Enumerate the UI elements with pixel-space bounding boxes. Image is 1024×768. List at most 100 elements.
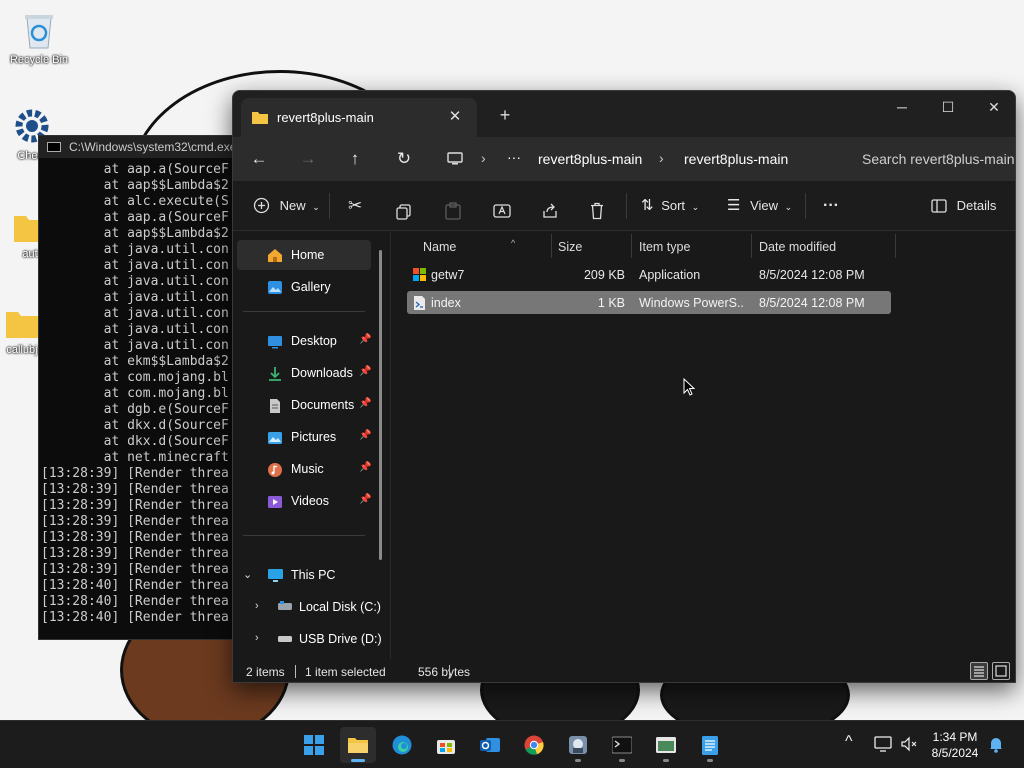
- chevron-right-icon: ›: [255, 632, 259, 644]
- this-pc-icon: [268, 569, 283, 582]
- refresh-button[interactable]: ↻: [388, 145, 420, 173]
- column-divider[interactable]: [751, 234, 752, 258]
- column-header-name[interactable]: Name ^: [423, 238, 515, 254]
- show-hidden-icons-chevron-icon[interactable]: ^: [845, 733, 853, 751]
- volume-muted-icon[interactable]: [900, 736, 918, 752]
- file-size: 209 KB: [583, 268, 625, 282]
- maximize-button[interactable]: ☐: [925, 91, 971, 123]
- paste-icon[interactable]: [445, 198, 461, 224]
- breadcrumb[interactable]: › ··· revert8plus-main › revert8plus-mai…: [435, 141, 839, 177]
- forward-button[interactable]: →: [292, 145, 324, 173]
- column-divider[interactable]: [631, 234, 632, 258]
- column-divider[interactable]: [895, 234, 896, 258]
- search-input[interactable]: Search revert8plus-main: [849, 141, 1015, 177]
- sidebar-item-videos[interactable]: Videos 📌: [237, 486, 371, 516]
- system-clock[interactable]: 1:34 PM 8/5/2024: [924, 729, 986, 761]
- column-divider[interactable]: [551, 234, 552, 258]
- sidebar-item-gallery[interactable]: Gallery: [237, 272, 371, 302]
- navpane-scrollbar[interactable]: [379, 250, 382, 560]
- sidebar-item-label: Videos: [291, 494, 329, 508]
- breadcrumb-item[interactable]: revert8plus-main: [684, 151, 788, 167]
- taskbar-app-notepad[interactable]: [692, 727, 728, 763]
- file-list[interactable]: Name ^ Size Item type Date modified getw…: [391, 232, 1015, 659]
- titlebar[interactable]: revert8plus-main ✕ + ─ ☐ ✕: [233, 91, 1015, 137]
- close-button[interactable]: ✕: [971, 91, 1015, 123]
- cut-icon[interactable]: ✂: [348, 193, 362, 219]
- pin-icon[interactable]: 📌: [359, 398, 371, 409]
- more-options-button[interactable]: ···: [823, 193, 839, 219]
- new-tab-button[interactable]: +: [491, 103, 519, 127]
- sidebar-item-pictures[interactable]: Pictures 📌: [237, 422, 371, 452]
- up-button[interactable]: ↑: [339, 145, 371, 173]
- sidebar-item-desktop[interactable]: Desktop 📌: [237, 326, 371, 356]
- column-header-size[interactable]: Size: [558, 240, 582, 254]
- breadcrumb-item[interactable]: revert8plus-main: [538, 151, 642, 167]
- details-pane-button[interactable]: Details: [931, 193, 996, 219]
- windows-start-icon: [304, 735, 324, 755]
- file-name: index: [431, 296, 461, 310]
- notification-bell-icon[interactable]: [989, 736, 1003, 753]
- pin-icon[interactable]: 📌: [359, 334, 371, 345]
- file-row-getw7[interactable]: getw7 209 KB Application 8/5/2024 12:08 PM: [407, 263, 891, 286]
- back-button[interactable]: ←: [243, 145, 275, 173]
- file-date: 8/5/2024 12:08 PM: [759, 268, 865, 282]
- tiles-view-button[interactable]: [992, 662, 1010, 680]
- sidebar-item-downloads[interactable]: Downloads 📌: [237, 358, 371, 388]
- column-header-date[interactable]: Date modified: [759, 240, 836, 254]
- pin-icon[interactable]: 📌: [359, 494, 371, 505]
- new-button-label: New: [279, 198, 306, 213]
- recycle-bin-icon: [25, 15, 53, 49]
- rename-icon[interactable]: [493, 198, 511, 224]
- details-view-button[interactable]: [970, 662, 988, 680]
- command-bar: New ⌄ ✂ ⇅ Sort ⌄ ☰ View ⌄ ··· Details: [233, 181, 1015, 231]
- taskbar-app-terminal[interactable]: [604, 727, 640, 763]
- delete-icon[interactable]: [589, 198, 605, 224]
- sort-button[interactable]: ⇅ Sort ⌄: [641, 193, 699, 219]
- taskbar-app-outlook[interactable]: [472, 727, 508, 763]
- sidebar-item-this-pc[interactable]: ⌄ This PC: [237, 560, 371, 590]
- chevron-right-icon: ›: [481, 150, 486, 166]
- status-selected-size: 556 bytes: [418, 665, 471, 679]
- sidebar-item-music[interactable]: Music 📌: [237, 454, 371, 484]
- chevron-down-icon: ⌄: [312, 202, 320, 212]
- tab-title: revert8plus-main: [277, 110, 374, 125]
- tab-revert8plus-main[interactable]: revert8plus-main ✕: [241, 98, 477, 137]
- network-icon[interactable]: [874, 736, 892, 752]
- new-button[interactable]: New ⌄: [253, 193, 320, 219]
- desktop-icon-label: Recycle Bin: [9, 54, 69, 66]
- tab-close-button[interactable]: ✕: [443, 105, 467, 129]
- sidebar-item-label: Gallery: [291, 280, 331, 294]
- pin-icon[interactable]: 📌: [359, 366, 371, 377]
- column-header-type[interactable]: Item type: [639, 240, 690, 254]
- file-row-index[interactable]: index 1 KB Windows PowerS... 8/5/2024 12:08…: [407, 291, 891, 314]
- minimize-button[interactable]: ─: [879, 91, 925, 123]
- taskbar-app-file-explorer[interactable]: [340, 727, 376, 763]
- drive-icon: [278, 601, 292, 610]
- pin-icon[interactable]: 📌: [359, 430, 371, 441]
- sidebar-item-documents[interactable]: Documents 📌: [237, 390, 371, 420]
- taskbar-app-game[interactable]: [560, 727, 596, 763]
- sidebar-item-home[interactable]: Home: [237, 240, 371, 270]
- sidebar-item-local-disk-c[interactable]: › Local Disk (C:): [237, 592, 381, 622]
- share-icon[interactable]: [541, 198, 559, 224]
- column-header-label: Name: [423, 240, 457, 254]
- taskbar-app-store[interactable]: [428, 727, 464, 763]
- computer-icon: [447, 152, 463, 165]
- sidebar-item-label: USB Drive (D:): [299, 632, 382, 646]
- view-button[interactable]: ☰ View ⌄: [727, 193, 792, 219]
- file-explorer-window[interactable]: revert8plus-main ✕ + ─ ☐ ✕ ← → ↑ ↻ › ···…: [232, 90, 1016, 683]
- breadcrumb-more[interactable]: ···: [507, 149, 521, 165]
- copy-icon[interactable]: [396, 199, 412, 225]
- running-indicator: [575, 759, 581, 762]
- taskbar-app-start[interactable]: [296, 727, 332, 763]
- taskbar-app-app[interactable]: [648, 727, 684, 763]
- navigation-pane: Home Gallery Desktop 📌 Downloads 📌 Documents…: [233, 232, 389, 659]
- folder-icon: [252, 112, 268, 124]
- sidebar-item-label: Music: [291, 462, 324, 476]
- file-type: Application: [639, 268, 701, 282]
- desktop-icon-recycle-bin[interactable]: Recycle Bin: [3, 10, 75, 66]
- sidebar-item-usb-drive-d[interactable]: › USB Drive (D:): [237, 624, 382, 654]
- pin-icon[interactable]: 📌: [359, 462, 371, 473]
- taskbar-app-edge[interactable]: [384, 727, 420, 763]
- taskbar-app-chrome[interactable]: [516, 727, 552, 763]
